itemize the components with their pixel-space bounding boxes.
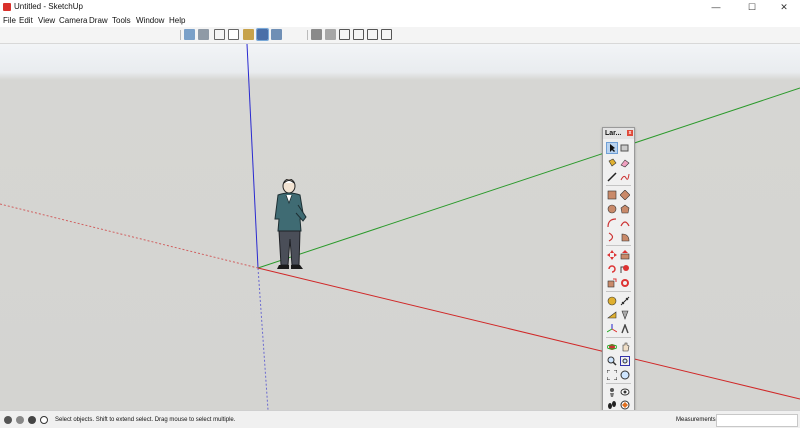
text-tool-icon[interactable] (620, 310, 630, 320)
user-icon[interactable] (28, 416, 36, 424)
previous-view-icon[interactable] (620, 370, 630, 380)
menu-window[interactable]: Window (136, 14, 164, 27)
two-point-arc-icon[interactable] (620, 218, 630, 228)
maximize-button[interactable]: ☐ (740, 0, 764, 14)
look-around-icon[interactable] (620, 387, 630, 397)
axes-lines (0, 44, 800, 410)
menu-tools[interactable]: Tools (112, 14, 131, 27)
status-message: Select objects. Shift to extend select. … (55, 417, 236, 423)
tape-measure-icon[interactable] (607, 296, 617, 306)
shaded-textures-style-icon[interactable] (256, 28, 269, 41)
red-axis-dashed (0, 203, 259, 269)
pan-tool-icon[interactable] (620, 342, 630, 352)
axes-tool-icon[interactable] (607, 324, 617, 334)
toolbar (0, 27, 800, 44)
blue-axis-dashed (257, 267, 269, 410)
menu-camera[interactable]: Camera (59, 14, 87, 27)
paint-bucket-icon[interactable] (607, 158, 617, 168)
toolbar-grip (307, 30, 308, 40)
panel-separator (606, 245, 631, 246)
component-tool-icon[interactable] (620, 143, 630, 153)
close-button[interactable]: ✕ (772, 0, 796, 14)
top-view-icon[interactable] (325, 29, 336, 40)
back-view-icon[interactable] (367, 29, 378, 40)
offset-tool-icon[interactable] (620, 278, 630, 288)
iso-view-icon[interactable] (311, 29, 322, 40)
shaded-style-icon[interactable] (243, 29, 254, 40)
3d-text-icon[interactable] (620, 324, 630, 334)
pie-tool-icon[interactable] (620, 232, 630, 242)
wireframe-style-icon[interactable] (214, 29, 225, 40)
geo-location-icon[interactable] (4, 416, 12, 424)
circle-tool-icon[interactable] (607, 204, 617, 214)
protractor-icon[interactable] (607, 310, 617, 320)
zoom-extents-icon[interactable] (607, 370, 617, 380)
sketchup-logo-icon (3, 3, 11, 11)
window-title: Untitled - SketchUp (14, 2, 83, 11)
push-pull-icon[interactable] (620, 250, 630, 260)
minimize-button[interactable]: — (704, 0, 728, 14)
dimension-tool-icon[interactable] (620, 296, 630, 306)
large-tool-set-panel[interactable]: Lar... x (602, 127, 635, 410)
menu-bar: File Edit View Camera Draw Tools Window … (0, 14, 800, 27)
menu-view[interactable]: View (38, 14, 55, 27)
position-camera-icon[interactable] (607, 387, 617, 397)
section-plane-icon[interactable] (620, 400, 630, 410)
toolbar-grip (180, 30, 181, 40)
scale-tool-icon[interactable] (607, 278, 617, 288)
status-bar: Select objects. Shift to extend select. … (0, 410, 800, 428)
panel-separator (606, 337, 631, 338)
hidden-line-style-icon[interactable] (228, 29, 239, 40)
back-edges-style-icon[interactable] (198, 29, 209, 40)
red-axis-solid (257, 267, 800, 400)
arc-tool-icon[interactable] (607, 218, 617, 228)
zoom-tool-icon[interactable] (607, 356, 617, 366)
monochrome-style-icon[interactable] (271, 29, 282, 40)
panel-separator (606, 383, 631, 384)
move-tool-icon[interactable] (607, 250, 617, 260)
panel-close-icon[interactable]: x (627, 130, 633, 136)
blue-axis-solid (246, 44, 259, 269)
orbit-tool-icon[interactable] (607, 342, 617, 352)
polygon-tool-icon[interactable] (620, 204, 630, 214)
menu-draw[interactable]: Draw (89, 14, 108, 27)
menu-edit[interactable]: Edit (19, 14, 33, 27)
help-icon[interactable] (40, 416, 48, 424)
freehand-tool-icon[interactable] (620, 172, 630, 182)
drawing-viewport[interactable]: Lar... x (0, 44, 800, 410)
rotated-rectangle-icon[interactable] (620, 190, 630, 200)
title-bar: Untitled - SketchUp — ☐ ✕ (0, 0, 800, 14)
measurements-input[interactable] (716, 414, 798, 427)
xray-style-icon[interactable] (184, 29, 195, 40)
green-axis-solid (257, 87, 800, 269)
rotate-tool-icon[interactable] (607, 264, 617, 274)
panel-title-bar[interactable]: Lar... x (603, 128, 634, 139)
menu-file[interactable]: File (3, 14, 16, 27)
three-point-arc-icon[interactable] (607, 232, 617, 242)
walk-tool-icon[interactable] (607, 400, 617, 410)
sketchup-window: Untitled - SketchUp — ☐ ✕ File Edit View… (0, 0, 800, 428)
panel-title: Lar... (605, 130, 622, 137)
left-view-icon[interactable] (381, 29, 392, 40)
panel-separator (606, 291, 631, 292)
menu-help[interactable]: Help (169, 14, 185, 27)
follow-me-icon[interactable] (620, 264, 630, 274)
zoom-window-icon[interactable] (620, 356, 630, 366)
credits-icon[interactable] (16, 416, 24, 424)
select-tool-icon[interactable] (606, 142, 618, 154)
eraser-icon[interactable] (620, 158, 630, 168)
measurements-label: Measurements (676, 417, 716, 423)
right-view-icon[interactable] (353, 29, 364, 40)
rectangle-tool-icon[interactable] (607, 190, 617, 200)
line-tool-icon[interactable] (607, 172, 617, 182)
front-view-icon[interactable] (339, 29, 350, 40)
scale-figure[interactable] (270, 179, 316, 271)
panel-separator (606, 185, 631, 186)
